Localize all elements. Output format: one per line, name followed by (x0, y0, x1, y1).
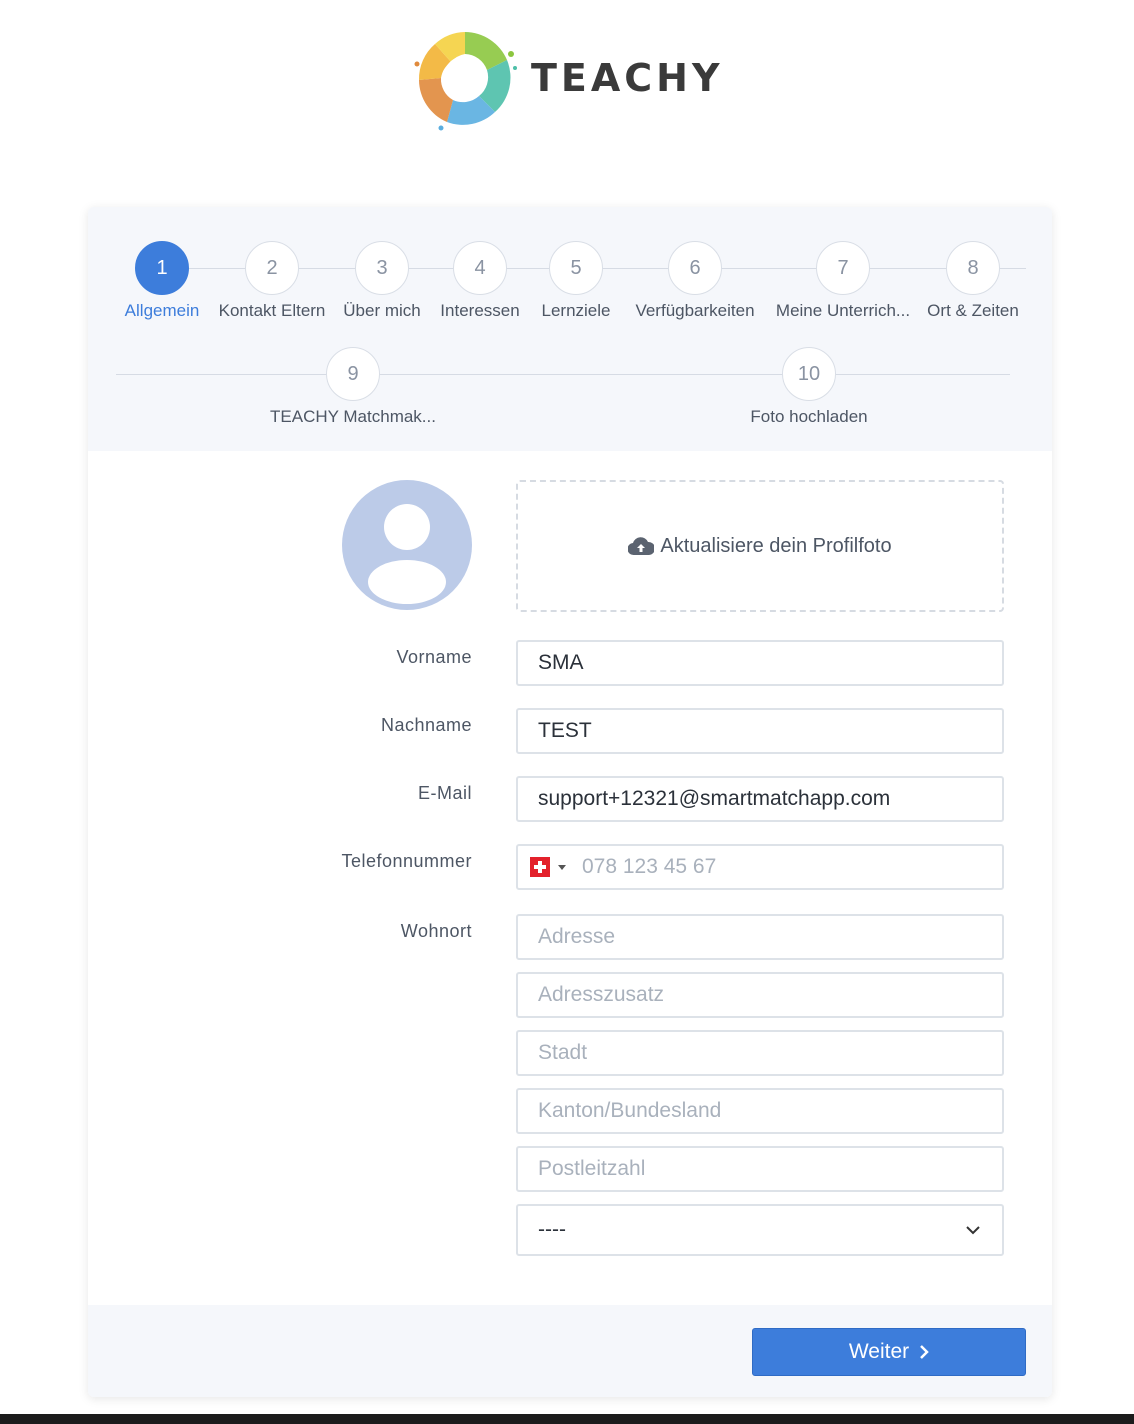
profile-photo-upload[interactable]: Aktualisiere dein Profilfoto (516, 480, 1004, 612)
nachname-label: Nachname (380, 715, 472, 735)
telefon-label: Telefonnummer (341, 851, 472, 871)
step-6[interactable]: 6 (668, 241, 722, 295)
step-8-label[interactable]: Ort & Zeiten (927, 301, 1019, 321)
registration-card: 1 2 3 4 5 6 7 8 9 10 Allgemein Kontakt E… (88, 207, 1052, 1397)
step-4[interactable]: 4 (453, 241, 507, 295)
step-10-label[interactable]: Foto hochladen (750, 407, 867, 427)
step-4-label[interactable]: Interessen (440, 301, 519, 321)
step-2-label[interactable]: Kontakt Eltern (219, 301, 326, 321)
window-bottom-edge (0, 1414, 1134, 1424)
brand-logo: TEACHY (411, 24, 724, 132)
step-8[interactable]: 8 (946, 241, 1000, 295)
country-dropdown-caret-icon[interactable] (558, 864, 566, 870)
nachname-input[interactable] (538, 719, 1002, 743)
stadt-input[interactable] (538, 1041, 1002, 1065)
stepper-line-row2 (116, 374, 1010, 375)
nachname-field[interactable] (516, 708, 1004, 754)
step-9[interactable]: 9 (326, 347, 380, 401)
chevron-down-icon (966, 1225, 980, 1234)
kanton-field[interactable] (516, 1088, 1004, 1134)
step-3[interactable]: 3 (355, 241, 409, 295)
vorname-input[interactable] (538, 651, 1002, 675)
next-button-label: Weiter (848, 1340, 910, 1363)
upload-label: Aktualisiere dein Profilfoto (660, 534, 892, 557)
adresszusatz-input[interactable] (538, 983, 1002, 1007)
stadt-field[interactable] (516, 1030, 1004, 1076)
step-9-label[interactable]: TEACHY Matchmak... (270, 407, 436, 427)
country-select-value: ---- (538, 1218, 566, 1241)
email-field[interactable] (516, 776, 1004, 822)
user-silhouette-icon (368, 504, 446, 604)
country-select[interactable]: ---- (516, 1204, 1004, 1256)
step-1[interactable]: 1 (135, 241, 189, 295)
email-input[interactable] (538, 787, 1002, 811)
adresszusatz-field[interactable] (516, 972, 1004, 1018)
step-6-label[interactable]: Verfügbarkeiten (635, 301, 754, 321)
teachy-logo-icon (414, 32, 517, 131)
swiss-flag-icon[interactable] (530, 857, 550, 877)
vorname-field[interactable] (516, 640, 1004, 686)
avatar (342, 480, 472, 610)
stepper-line-row1 (188, 268, 1026, 269)
step-3-label[interactable]: Über mich (343, 301, 420, 321)
step-1-label[interactable]: Allgemein (125, 301, 200, 321)
telefon-field[interactable] (516, 844, 1004, 890)
stepper: 1 2 3 4 5 6 7 8 9 10 Allgemein Kontakt E… (88, 207, 1052, 451)
cloud-upload-icon (628, 537, 655, 556)
step-10[interactable]: 10 (782, 347, 836, 401)
step-5[interactable]: 5 (549, 241, 603, 295)
step-7-label[interactable]: Meine Unterrich... (776, 301, 910, 321)
step-2[interactable]: 2 (245, 241, 299, 295)
next-button[interactable]: Weiter (752, 1328, 1026, 1376)
telefon-input[interactable] (582, 855, 1002, 879)
email-label: E-Mail (417, 783, 472, 803)
adresse-input[interactable] (538, 925, 1002, 949)
step-7[interactable]: 7 (816, 241, 870, 295)
brand-name: TEACHY (531, 56, 724, 100)
kanton-input[interactable] (538, 1099, 1002, 1123)
vorname-label: Vorname (396, 647, 472, 667)
step-5-label[interactable]: Lernziele (542, 301, 611, 321)
adresse-field[interactable] (516, 914, 1004, 960)
plz-input[interactable] (538, 1157, 1002, 1181)
wohnort-label: Wohnort (400, 921, 472, 941)
chevron-right-icon (920, 1345, 929, 1359)
plz-field[interactable] (516, 1146, 1004, 1192)
